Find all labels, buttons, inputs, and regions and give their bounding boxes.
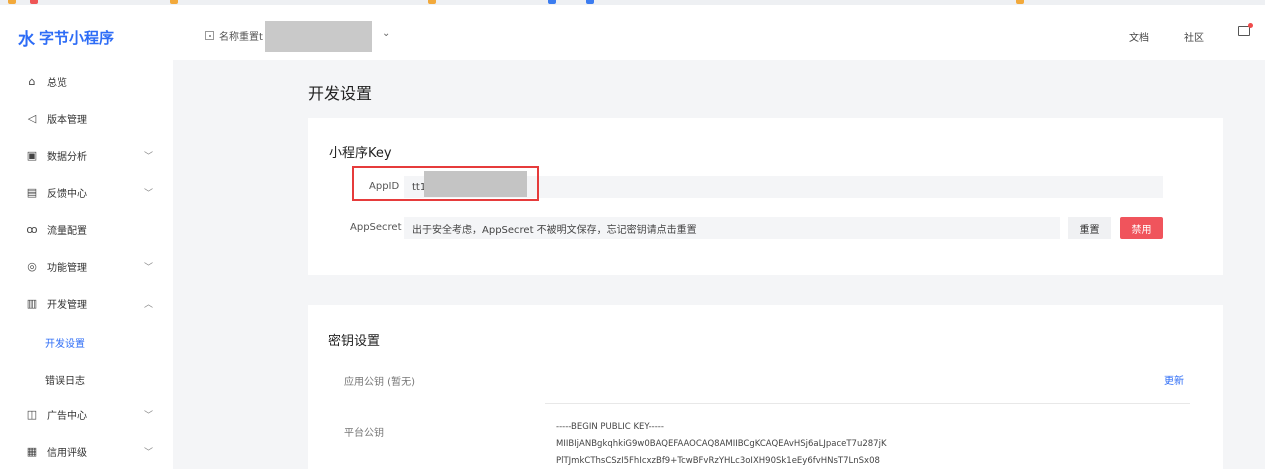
credit-icon: ▦ bbox=[26, 444, 38, 458]
dev-icon: ▥ bbox=[26, 296, 38, 310]
sidebar: ⌂ 总览 ◁ 版本管理 ▣ 数据分析 ﹀ ▤ 反馈中心 ﹀ ꝏ 流量配置 ◎ 功… bbox=[0, 60, 173, 469]
ad-icon: ◫ bbox=[26, 407, 38, 421]
brand-logo[interactable]: 水 字节小程序 bbox=[18, 25, 114, 50]
chevron-up-icon: ︿ bbox=[144, 299, 154, 310]
sidebar-item-label: 广告中心 bbox=[47, 410, 87, 422]
chevron-down-icon: ﹀ bbox=[144, 151, 154, 162]
sidebar-item-feedback[interactable]: ▤ 反馈中心 ﹀ bbox=[0, 177, 173, 207]
public-key-line: PlTJmkCThsCSzI5FhIcxzBf9+TcwBFvRzYHLc3oI… bbox=[556, 456, 880, 466]
logo-icon: 水 bbox=[18, 30, 35, 50]
sidebar-item-overview[interactable]: ⌂ 总览 bbox=[0, 66, 173, 96]
sidebar-item-credit[interactable]: ▦ 信用评级 ﹀ bbox=[0, 436, 173, 466]
bookmark-icon[interactable] bbox=[8, 0, 16, 4]
sidebar-item-label: 数据分析 bbox=[47, 151, 87, 163]
sidebar-item-label: 开发管理 bbox=[47, 299, 87, 311]
home-icon: ⌂ bbox=[28, 74, 36, 88]
sidebar-item-label: 流量配置 bbox=[47, 225, 87, 237]
feature-icon: ◎ bbox=[27, 259, 37, 273]
chevron-down-icon: ﹀ bbox=[144, 447, 154, 458]
docs-link[interactable]: 文档 bbox=[1129, 29, 1149, 44]
community-link[interactable]: 社区 bbox=[1184, 29, 1204, 44]
bookmark-icon[interactable] bbox=[428, 0, 436, 4]
sidebar-item-analytics[interactable]: ▣ 数据分析 ﹀ bbox=[0, 140, 173, 170]
sidebar-item-dev[interactable]: ▥ 开发管理 ︿ bbox=[0, 288, 173, 318]
sidebar-item-label: 版本管理 bbox=[47, 114, 87, 126]
logo-text: 字节小程序 bbox=[39, 29, 115, 47]
sidebar-item-features[interactable]: ◎ 功能管理 ﹀ bbox=[0, 251, 173, 281]
app-switcher[interactable]: 名称重置t bbox=[205, 28, 263, 43]
send-icon: ◁ bbox=[27, 111, 37, 125]
bookmark-icon[interactable] bbox=[1016, 0, 1024, 4]
app-grid-icon bbox=[205, 31, 214, 40]
disable-button[interactable]: 禁用 bbox=[1120, 217, 1163, 239]
sidebar-subitem-error-log[interactable]: 错误日志 bbox=[45, 372, 85, 387]
divider bbox=[545, 403, 1190, 404]
app-public-key-label: 应用公钥 (暂无) bbox=[344, 377, 415, 388]
appsecret-label: AppSecret bbox=[350, 222, 402, 233]
traffic-icon: ꝏ bbox=[26, 222, 38, 236]
page-title: 开发设置 bbox=[308, 84, 373, 103]
chevron-down-icon: ﹀ bbox=[144, 188, 154, 199]
sidebar-item-label: 反馈中心 bbox=[47, 188, 87, 200]
sidebar-item-versions[interactable]: ◁ 版本管理 bbox=[0, 103, 173, 133]
feedback-icon: ▤ bbox=[26, 185, 38, 199]
sidebar-item-ads[interactable]: ◫ 广告中心 ﹀ bbox=[0, 399, 173, 429]
bookmark-icon[interactable] bbox=[548, 0, 556, 4]
reset-button[interactable]: 重置 bbox=[1068, 217, 1111, 239]
chevron-down-icon[interactable]: ⌄ bbox=[382, 28, 390, 39]
app-name: 名称重置t bbox=[219, 32, 263, 43]
update-link[interactable]: 更新 bbox=[1164, 372, 1184, 387]
platform-public-key-label: 平台公钥 bbox=[344, 428, 384, 439]
top-header: 水 字节小程序 名称重置t ⌄ 文档 社区 bbox=[0, 5, 1265, 60]
appsecret-field: 出于安全考虑，AppSecret 不被明文保存，忘记密钥请点击重置 bbox=[404, 217, 1060, 239]
redacted-block bbox=[265, 21, 372, 52]
sidebar-item-label: 功能管理 bbox=[47, 262, 87, 274]
sidebar-subitem-dev-settings[interactable]: 开发设置 bbox=[45, 335, 85, 350]
sidebar-item-label: 信用评级 bbox=[47, 447, 87, 459]
chart-icon: ▣ bbox=[26, 148, 38, 162]
highlight-box bbox=[352, 166, 539, 201]
chevron-down-icon: ﹀ bbox=[144, 410, 154, 421]
sidebar-item-label: 总览 bbox=[47, 77, 67, 89]
chevron-down-icon: ﹀ bbox=[144, 262, 154, 273]
bookmark-icon[interactable] bbox=[170, 0, 178, 4]
appsecret-value: 出于安全考虑，AppSecret 不被明文保存，忘记密钥请点击重置 bbox=[412, 224, 697, 236]
app-key-title: 小程序Key bbox=[329, 146, 392, 161]
public-key-line: MIIBIjANBgkqhkiG9w0BAQEFAAOCAQ8AMIIBCgKC… bbox=[556, 439, 887, 449]
sidebar-item-traffic[interactable]: ꝏ 流量配置 bbox=[0, 214, 173, 244]
notification-icon[interactable] bbox=[1238, 23, 1253, 36]
bookmark-icon[interactable] bbox=[30, 0, 38, 4]
public-key-line: -----BEGIN PUBLIC KEY----- bbox=[556, 422, 664, 432]
secret-settings-title: 密钥设置 bbox=[328, 334, 381, 349]
bookmark-icon[interactable] bbox=[586, 0, 594, 4]
